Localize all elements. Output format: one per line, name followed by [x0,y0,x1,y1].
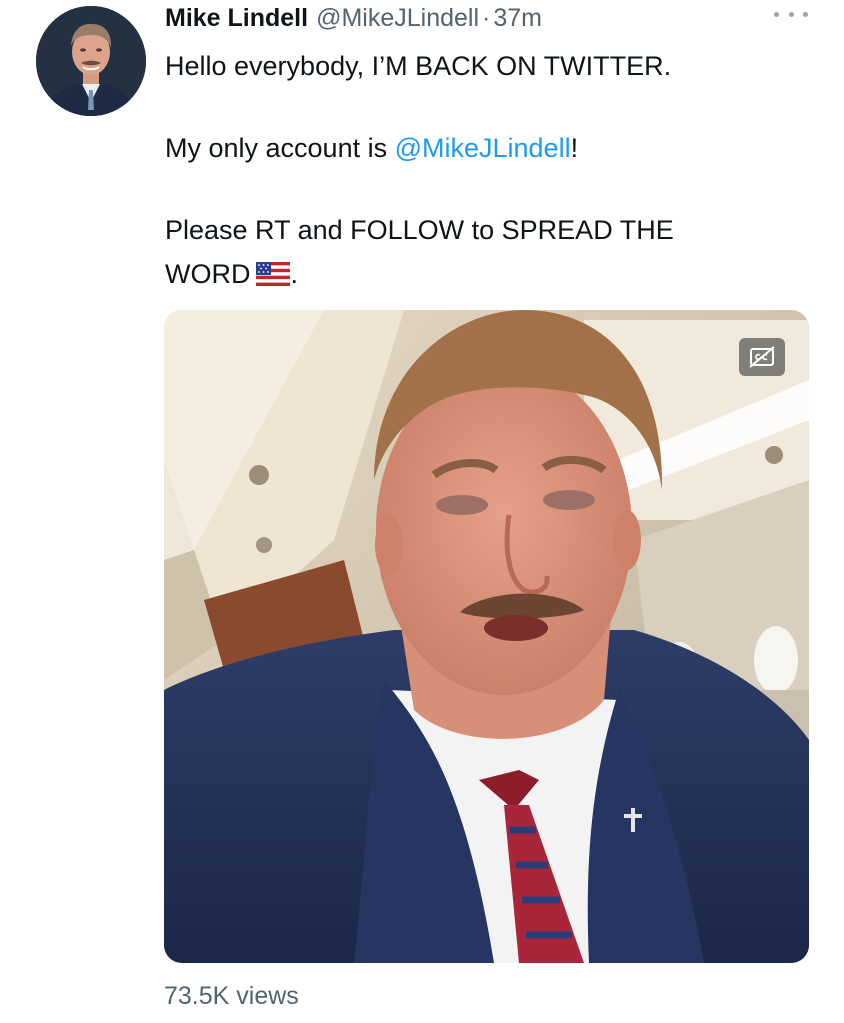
tweet-line-4: WORD . [165,256,298,295]
avatar-image [36,6,146,116]
line-4-suffix: . [290,259,298,289]
video-frame-image [164,310,809,963]
more-dot [774,11,779,17]
us-flag-icon [256,259,291,295]
avatar[interactable] [36,6,146,116]
line-2-suffix: ! [570,133,579,163]
video-media[interactable] [164,310,809,963]
line-4-text: WORD [165,259,251,289]
more-dot [788,11,794,17]
tweet-line-3: Please RT and FOLLOW to SPREAD THE [165,215,674,245]
cc-glyph [749,346,775,368]
separator-dot: · [482,4,491,32]
line-2-prefix: My only account is [165,133,395,163]
more-dot [803,11,808,17]
tweet-header: Mike Lindell @MikeJLindell · 37m [165,4,542,38]
tweet: Mike Lindell @MikeJLindell · 37m Hello e… [0,0,844,1023]
tweet-line-1: Hello everybody, I’M BACK ON TWITTER. [165,51,672,81]
timestamp[interactable]: 37m [493,4,542,33]
mention-link[interactable]: @MikeJLindell [395,133,571,163]
author-handle[interactable]: @MikeJLindell [316,4,479,33]
closed-captions-icon[interactable] [739,338,785,376]
more-options-icon[interactable] [774,4,808,24]
tweet-line-2: My only account is @MikeJLindell! [165,130,578,166]
author-name[interactable]: Mike Lindell [165,4,308,33]
view-count: 73.5K views [164,982,299,1010]
